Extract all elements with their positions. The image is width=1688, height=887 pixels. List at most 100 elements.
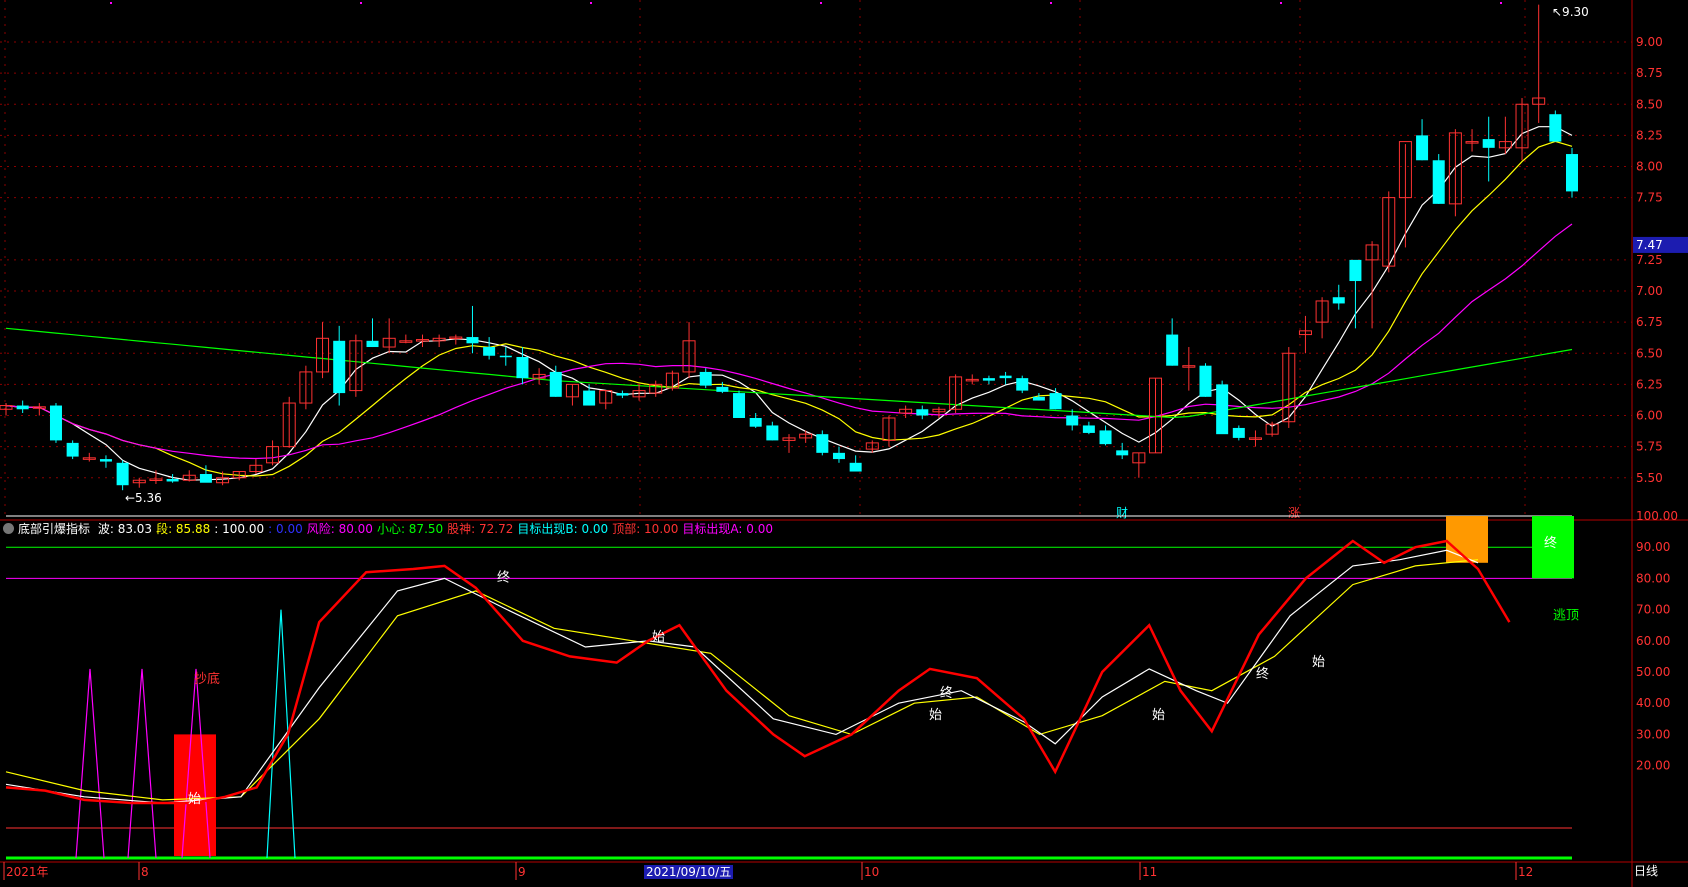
date-tick-label: 8	[141, 865, 149, 879]
candle-body-down	[1349, 259, 1362, 282]
candle-body-down	[1116, 450, 1129, 456]
candle-body-down	[1432, 160, 1445, 204]
top-dot	[360, 2, 362, 4]
date-axis: 2021年 8 9 10 11 12	[3, 862, 1533, 880]
zhong-mark: 终	[940, 685, 953, 701]
date-tick-label: 11	[1142, 865, 1157, 879]
candle-body-down	[849, 462, 862, 472]
candle-body-down	[1166, 334, 1179, 366]
candle-body-down	[1232, 427, 1245, 438]
selected-date-box: 2021/09/10/五	[644, 865, 734, 879]
collapse-icon[interactable]	[3, 523, 14, 534]
candle-body-down	[16, 405, 29, 410]
price-tick-label: 6.50	[1636, 346, 1663, 360]
date-tick-label: 9	[518, 865, 526, 879]
max-price-label: ↖9.30	[1552, 5, 1589, 19]
candle-body-down	[766, 425, 779, 441]
candle-body-down	[1199, 365, 1212, 397]
candle-body-down	[1049, 393, 1062, 410]
candle-body-down	[1082, 425, 1095, 433]
candle-body-down	[1032, 396, 1045, 401]
price-tick-label: 6.00	[1636, 409, 1663, 423]
indicator-axis: 100.00 90.00 80.00 70.00 60.00 50.00 40.00 30.0…	[1636, 509, 1678, 773]
candle-body-down	[1099, 430, 1112, 445]
candle-body-down	[166, 478, 179, 482]
signal-spike	[127, 668, 157, 859]
top-dot	[1050, 2, 1052, 4]
zhong-mark: 终	[497, 570, 510, 586]
candle-body-down	[733, 393, 746, 418]
candlestick-series[interactable]	[0, 4, 1578, 491]
indicator-title: 底部引爆指标	[18, 522, 91, 536]
marker-zhang: 涨	[1288, 505, 1300, 520]
chart-stage: 9.00 8.75 8.50 8.25 8.00 7.75 7.25 7.00 6.75 6.50…	[0, 0, 1688, 887]
indicator-field-9: 目标出现A: 0.00	[682, 522, 773, 536]
price-tick-label: 6.75	[1636, 315, 1663, 329]
indicator-tick-label: 50.00	[1636, 665, 1670, 679]
candle-body-down	[699, 371, 712, 386]
candle-body-down	[1216, 384, 1229, 435]
candle-body-down	[499, 355, 512, 358]
price-tick-label: 7.25	[1636, 253, 1663, 267]
candle-body-down	[916, 409, 929, 416]
indicator-field-8: 顶部: 10.00	[612, 522, 679, 536]
candle-body-down	[99, 459, 112, 462]
candle-body-down	[49, 405, 62, 441]
indicator-tick-label: 20.00	[1636, 759, 1670, 773]
top-dot	[1500, 2, 1502, 4]
indicator-tick-label: 100.00	[1636, 509, 1678, 523]
indicator-tick-label: 90.00	[1636, 540, 1670, 554]
candle-body-down	[1416, 135, 1429, 161]
indicator-tick-label: 70.00	[1636, 603, 1670, 617]
indicator-field-7: 目标出现B: 0.00	[517, 522, 609, 536]
indicator-header: 底部引爆指标 波: 83.03 段: 85.88: 100.00: 0.00 风险:…	[0, 519, 1630, 539]
candle-body-down	[66, 442, 79, 457]
current-price-label: 7.47	[1636, 238, 1663, 252]
candle-body-down	[1482, 139, 1495, 148]
candle-body-down	[1549, 114, 1562, 142]
min-price-label: ←5.36	[125, 491, 162, 505]
indicator-field-6: 股神: 72.72	[447, 522, 514, 536]
price-tick-label: 5.75	[1636, 440, 1663, 454]
indicator-field-5: 小心: 87.50	[376, 522, 444, 536]
ma60-line	[5, 327, 1573, 419]
candle-body-down	[716, 386, 729, 392]
candle-body-down	[1332, 297, 1345, 304]
shi-mark: 始	[1152, 708, 1165, 723]
candle-body-down	[1566, 154, 1578, 192]
candle-body-down	[116, 462, 129, 486]
indicator-field-2: : 100.00	[214, 522, 265, 536]
price-tick-label: 9.00	[1636, 35, 1663, 49]
candle-body-down	[483, 347, 496, 356]
price-tick-label: 8.00	[1636, 160, 1663, 174]
taoding-label: 逃顶	[1553, 609, 1579, 624]
indicator-tick-label: 60.00	[1636, 634, 1670, 648]
candle-body-down	[466, 337, 479, 344]
ma10-line	[5, 140, 1573, 477]
price-tick-label: 7.75	[1636, 191, 1663, 205]
indicator-panel: 抄底始终逃顶终终终始始 始始	[5, 515, 1579, 860]
candle-body-down	[583, 390, 596, 406]
price-tick-label: 8.50	[1636, 97, 1663, 111]
date-tick-label: 10	[864, 865, 879, 879]
indicator-tick-label: 30.00	[1636, 727, 1670, 741]
candle-body-down	[549, 371, 562, 397]
date-tick-label: 12	[1518, 865, 1533, 879]
shi-label: 始	[188, 792, 201, 807]
top-dot	[590, 2, 592, 4]
indicator-tick-label: 80.00	[1636, 571, 1670, 585]
indicator-gushen-line	[5, 539, 1511, 805]
candle-body-down	[616, 393, 629, 396]
candle-body-down	[516, 356, 529, 379]
signal-spike	[75, 668, 105, 859]
period-label[interactable]: 日线	[1634, 862, 1658, 879]
indicator-field-1: 段: 85.88	[156, 522, 211, 536]
zhong-mark: 终	[1256, 666, 1269, 682]
top-dot	[820, 2, 822, 4]
date-tick-label: 2021年	[6, 865, 49, 879]
candle-body-down	[333, 340, 346, 394]
candle-body-down	[366, 340, 379, 348]
candle-body-down	[749, 417, 762, 427]
indicator-field-4: 风险: 80.00	[306, 522, 373, 536]
price-tick-label: 8.25	[1636, 128, 1663, 142]
